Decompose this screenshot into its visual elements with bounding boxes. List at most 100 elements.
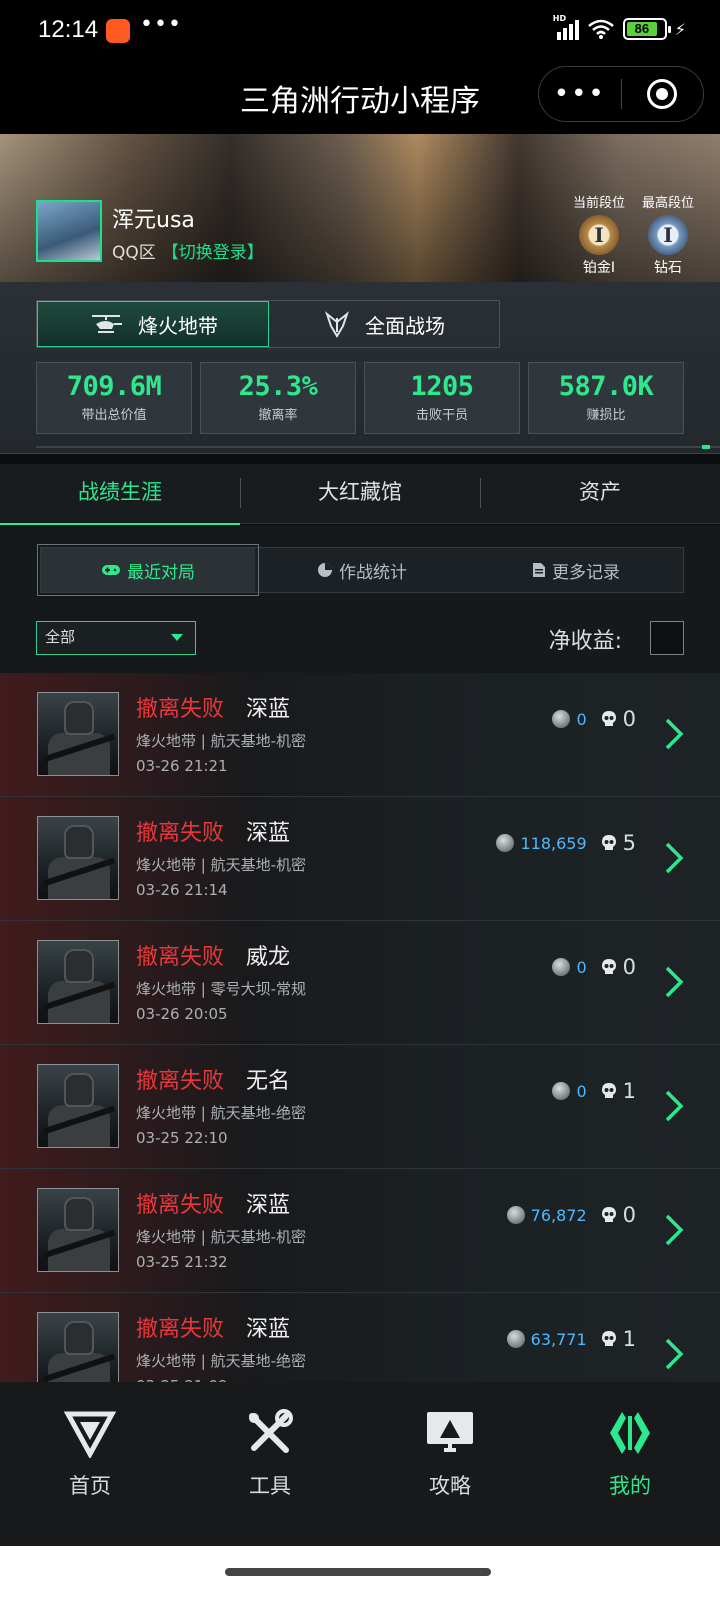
close-miniprogram-button[interactable] — [622, 79, 704, 109]
match-values: 118,659 5 — [496, 831, 636, 855]
platinum-rank-icon: I — [579, 215, 619, 255]
match-map: 烽火地带 | 航天基地-机密 — [136, 856, 307, 874]
match-result: 撤离失败 — [136, 697, 225, 722]
bottom-nav: 首页 工具 攻略 我的 — [0, 1382, 720, 1546]
filter-value: 全部 — [45, 628, 76, 646]
coin-icon — [552, 1082, 571, 1100]
app-notification-icon — [106, 19, 130, 43]
subtab-battle-stats[interactable]: 作战统计 — [255, 548, 469, 592]
tab-assets[interactable]: 资产 — [480, 464, 720, 523]
title-bar: 三角洲行动小程序 ••• — [0, 62, 720, 134]
operator-avatar — [37, 692, 119, 776]
skull-icon — [601, 1083, 616, 1098]
match-row[interactable]: 撤离失败 威龙 烽火地带 | 零号大坝-常规 03-26 20:05 0 0 — [0, 921, 720, 1045]
more-notifications-icon: ••• — [140, 12, 182, 37]
nav-tools[interactable]: 工具 — [180, 1382, 360, 1546]
net-income-checkbox[interactable] — [650, 621, 684, 655]
nav-label: 我的 — [609, 1474, 651, 1498]
nav-guide[interactable]: 攻略 — [360, 1382, 540, 1546]
mode-tab-warfare[interactable]: 全面战场 — [269, 301, 499, 347]
diamond-rank-icon: I — [648, 215, 688, 255]
stat-row: 709.6M 带出总价值 25.3% 撤离率 1205 击败干员 587.0K … — [36, 362, 686, 434]
subtab-label: 最近对局 — [127, 562, 195, 583]
login-zone: QQ区 【切换登录】 — [112, 238, 264, 263]
stat-kills: 1205 击败干员 — [364, 362, 520, 434]
mode-tab-operations[interactable]: 烽火地带 — [37, 301, 269, 347]
nav-label: 攻略 — [429, 1474, 471, 1498]
switch-login-link[interactable]: 【切换登录】 — [162, 243, 264, 263]
coin-icon — [506, 1330, 525, 1348]
stat-value: 25.3% — [238, 371, 318, 402]
stat-label: 击败干员 — [415, 408, 468, 423]
match-kills: 0 — [622, 955, 636, 979]
match-values: 63,771 1 — [506, 1327, 636, 1351]
stat-total-value: 709.6M 带出总价值 — [36, 362, 192, 434]
coin-icon — [552, 710, 571, 728]
match-kills: 5 — [622, 831, 636, 855]
nav-home[interactable]: 首页 — [0, 1382, 180, 1546]
more-options-button[interactable]: ••• — [539, 79, 621, 109]
gamepad-icon — [102, 565, 120, 575]
match-time: 03-25 22:10 — [136, 1129, 228, 1147]
helicopter-icon — [92, 315, 122, 333]
match-row[interactable]: 撤离失败 无名 烽火地带 | 航天基地-绝密 03-25 22:10 0 1 — [0, 1045, 720, 1169]
operator-avatar — [37, 1188, 119, 1272]
stat-label: 带出总价值 — [81, 408, 147, 423]
match-map: 烽火地带 | 航天基地-绝密 — [136, 1352, 307, 1370]
match-row[interactable]: 撤离失败 深蓝 烽火地带 | 航天基地-机密 03-26 21:14 118,6… — [0, 797, 720, 921]
match-value: 0 — [576, 1081, 587, 1101]
subtab-recent-matches[interactable]: 最近对局 — [37, 544, 259, 596]
match-values: 0 0 — [552, 707, 636, 731]
divider — [36, 445, 720, 449]
coin-icon — [552, 958, 571, 976]
operator-name: 深蓝 — [246, 821, 291, 846]
sub-tabs: 最近对局 作战统计 更多记录 — [37, 544, 684, 596]
match-values: 0 0 — [552, 955, 636, 979]
match-values: 76,872 0 — [506, 1203, 636, 1227]
tab-career[interactable]: 战绩生涯 — [0, 464, 240, 526]
main-tabs: 战绩生涯 大红藏馆 资产 — [0, 464, 720, 526]
miniprogram-capsule: ••• — [538, 66, 704, 122]
warfare-icon — [324, 311, 350, 338]
mode-switcher: 烽火地带 全面战场 — [36, 300, 500, 348]
tools-icon — [249, 1409, 293, 1453]
stat-value: 1205 — [410, 371, 474, 402]
zone-label: QQ区 — [112, 243, 156, 263]
match-row[interactable]: 撤离失败 深蓝 烽火地带 | 航天基地-机密 03-26 21:21 0 0 — [0, 673, 720, 797]
net-income-label: 净收益: — [548, 629, 622, 654]
stats-panel: 烽火地带 全面战场 709.6M 带出总价值 25.3% 撤离率 1205 击败… — [0, 282, 720, 454]
match-result: 撤离失败 — [136, 945, 225, 970]
home-icon — [63, 1411, 117, 1460]
profile-banner: 浑元usa QQ区 【切换登录】 当前段位 I 铂金I 最高段位 I 钻石 — [0, 134, 720, 282]
match-result: 撤离失败 — [136, 821, 225, 846]
chevron-right-icon — [665, 1214, 684, 1246]
match-map: 烽火地带 | 航天基地-机密 — [136, 1228, 307, 1246]
match-list: 撤离失败 深蓝 烽火地带 | 航天基地-机密 03-26 21:21 0 0 撤… — [0, 673, 720, 1409]
coin-icon — [496, 834, 515, 852]
chevron-right-icon — [665, 842, 684, 874]
operator-name: 深蓝 — [246, 1193, 291, 1218]
coin-icon — [506, 1206, 525, 1224]
match-map: 烽火地带 | 航天基地-绝密 — [136, 1104, 307, 1122]
highest-rank: 最高段位 I 钻石 — [633, 192, 703, 277]
operator-avatar — [37, 1064, 119, 1148]
operator-name: 无名 — [246, 1069, 291, 1094]
match-time: 03-25 21:32 — [136, 1253, 228, 1271]
match-kills: 0 — [622, 707, 636, 731]
battery-icon: 86 — [622, 18, 671, 40]
nav-profile[interactable]: 我的 — [540, 1382, 720, 1546]
subtab-more-records[interactable]: 更多记录 — [469, 548, 683, 592]
match-row[interactable]: 撤离失败 深蓝 烽火地带 | 航天基地-机密 03-25 21:32 76,87… — [0, 1169, 720, 1293]
avatar[interactable] — [36, 200, 102, 262]
match-kills: 1 — [622, 1079, 636, 1103]
match-result: 撤离失败 — [136, 1069, 225, 1094]
skull-icon — [601, 959, 616, 974]
chevron-right-icon — [665, 1090, 684, 1122]
skull-icon — [601, 1207, 616, 1222]
tab-red-collection[interactable]: 大红藏馆 — [240, 464, 480, 523]
skull-icon — [601, 711, 616, 726]
match-filter-dropdown[interactable]: 全部 — [36, 621, 196, 655]
stat-label: 赚损比 — [586, 408, 626, 423]
home-indicator[interactable] — [0, 1546, 720, 1600]
match-time: 03-26 21:14 — [136, 881, 228, 899]
